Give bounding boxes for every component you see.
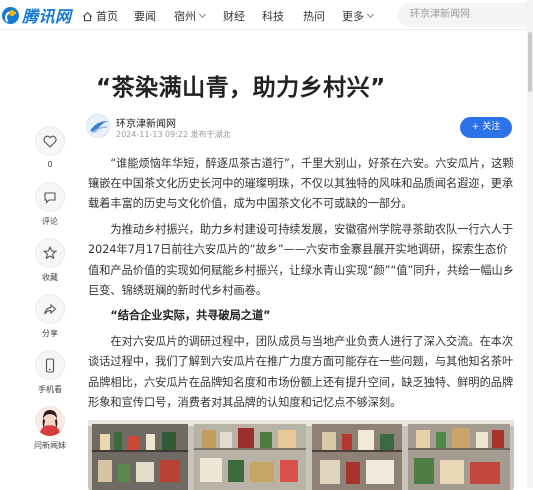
author-name[interactable]: 环京津新闻网 — [116, 115, 176, 130]
favorite-label: 收藏 — [42, 273, 58, 282]
assistant-avatar-icon[interactable] — [35, 406, 65, 436]
article-body: “谁能烦恼年华短，醉逐瓜茶古道行”，千里大别山，好茶在六安。六安瓜片，这颗镶嵌在… — [88, 154, 514, 418]
mobile-view-button[interactable] — [35, 350, 65, 380]
share-icon — [44, 303, 57, 314]
nav-label: 科技 — [262, 10, 284, 23]
article-paragraph: 为推动乡村振兴，助力乡村建设可持续发展，安徽宿州学院寻茶助农队一行六人于2024… — [88, 223, 514, 297]
like-button[interactable] — [35, 126, 65, 156]
nav-label: 要闻 — [134, 10, 156, 23]
nav-label: 财经 — [223, 10, 245, 23]
nav-label: 热问 — [303, 10, 325, 23]
home-icon — [83, 11, 92, 21]
comment-button[interactable] — [35, 182, 65, 212]
nav-item-finance[interactable]: 财经 — [223, 8, 245, 24]
search-placeholder: 环京津新闻网 — [410, 9, 470, 20]
comment-icon — [44, 191, 56, 204]
tea-shelf-image — [88, 420, 514, 490]
share-action[interactable]: 分享 — [35, 294, 65, 339]
publish-meta: 2024-11-13 09:22 发布于湖北 — [116, 130, 231, 139]
nav-item-suzhou[interactable]: 宿州 — [174, 8, 207, 24]
nav-label: 首页 — [96, 10, 118, 23]
star-icon — [43, 246, 57, 260]
ask-assistant-label: 问新闻妹 — [34, 441, 66, 450]
author-avatar[interactable] — [86, 114, 110, 138]
share-button[interactable] — [35, 294, 65, 324]
author-logo-icon — [90, 121, 108, 134]
article-photo[interactable] — [88, 420, 514, 490]
mobile-view-action[interactable]: 手机看 — [35, 350, 65, 395]
scrollbar-thumb[interactable] — [528, 32, 532, 92]
favorite-action[interactable]: 收藏 — [35, 238, 65, 283]
chevron-down-icon — [366, 10, 375, 19]
like-action[interactable]: 0 — [35, 126, 65, 169]
tencent-news-logo[interactable]: 腾讯网 — [2, 4, 72, 26]
logo-text: 腾讯网 — [22, 7, 72, 26]
nav-item-tech[interactable]: 科技 — [262, 8, 284, 24]
comment-action[interactable]: 评论 — [35, 182, 65, 227]
article-title: “茶染满山青，助力乡村兴” — [96, 75, 386, 101]
assistant-avatar-drawing — [35, 406, 65, 436]
search-input[interactable]: 环京津新闻网 — [398, 3, 533, 27]
follow-button[interactable]: + 关注 — [460, 117, 512, 138]
heart-icon — [43, 135, 57, 148]
article-paragraph: “谁能烦恼年华短，醉逐瓜茶古道行”，千里大别山，好茶在六安。六安瓜片，这颗镶嵌在… — [88, 157, 514, 211]
article-paragraph: 在对六安瓜片的调研过程中，团队成员与当地产业负责人进行了深入交流。在本次谈话过程… — [88, 335, 514, 409]
comment-label: 评论 — [42, 217, 58, 226]
chevron-down-icon — [198, 10, 207, 19]
nav-item-yaowen[interactable]: 要闻 — [134, 8, 156, 24]
ask-assistant-action[interactable]: 问新闻妹 — [34, 406, 66, 451]
article-subheading: “结合企业实际，共寻破局之道” — [110, 309, 271, 323]
nav-label: 更多 — [342, 10, 364, 23]
phone-icon — [45, 357, 55, 373]
top-nav-bar: 腾讯网 首页 要闻 宿州 财经 科技 热问 更多 环京津新闻网 — [0, 0, 533, 30]
favorite-button[interactable] — [35, 238, 65, 268]
tencent-logo-icon — [2, 6, 19, 24]
nav-item-more[interactable]: 更多 — [342, 8, 375, 24]
mobile-view-label: 手机看 — [38, 385, 62, 394]
nav-item-home[interactable]: 首页 — [82, 8, 118, 24]
like-count: 0 — [47, 160, 53, 169]
share-label: 分享 — [42, 329, 58, 338]
nav-item-rewen[interactable]: 热问 — [303, 8, 325, 24]
nav-label: 宿州 — [174, 10, 196, 23]
